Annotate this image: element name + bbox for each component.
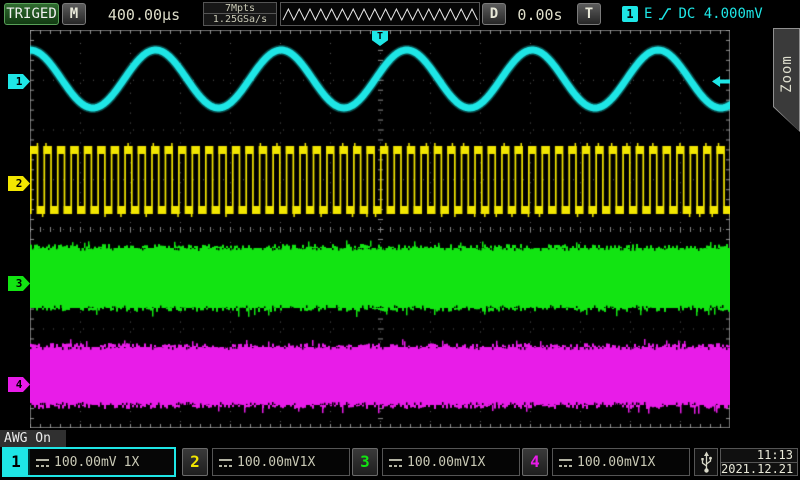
clock-time: 11:13 xyxy=(720,448,798,462)
channel1-probe: 1X xyxy=(124,455,140,470)
zoom-tab-label: Zoom xyxy=(778,24,796,124)
channel2-probe: 1X xyxy=(300,455,316,470)
channel4-position-marker[interactable]: 4 xyxy=(8,377,30,392)
channel3-scale: 100.00mV xyxy=(407,455,470,470)
channel1-position-marker[interactable]: 1 xyxy=(8,74,30,89)
awg-status-tab[interactable]: AWG On xyxy=(0,430,66,447)
oscilloscope-screen: TRIGED M 400.00μs 7Mpts 1.25GSa/s D 0.00… xyxy=(0,0,800,480)
usb-host-icon xyxy=(694,448,718,476)
zoom-tab[interactable]: Zoom xyxy=(773,28,800,132)
channel1-status-box[interactable]: 1 100.00mV 1X xyxy=(2,447,176,477)
channel2-status-box[interactable]: 100.00mV 1X xyxy=(212,448,350,476)
channel3-status-box[interactable]: 100.00mV 1X xyxy=(382,448,520,476)
dc-coupling-icon xyxy=(559,458,572,467)
dc-coupling-icon xyxy=(36,458,49,467)
dc-coupling-icon xyxy=(389,458,402,467)
zoom-tab-body: Zoom xyxy=(774,29,799,131)
preview-zigzag-icon xyxy=(281,3,479,25)
sample-rate: 1.25GSa/s xyxy=(204,14,276,25)
clock: 11:13 2021.12.21 xyxy=(720,448,798,476)
channel3-probe: 1X xyxy=(470,455,486,470)
channel4-scale: 100.00mV xyxy=(577,455,640,470)
channel2-scale: 100.00mV xyxy=(237,455,300,470)
channel3-position-marker[interactable]: 3 xyxy=(8,276,30,291)
waveform-display xyxy=(30,30,730,428)
trigger-source-badge: 1 xyxy=(622,6,638,22)
channel1-badge[interactable]: 1 xyxy=(4,449,30,475)
horizontal-delay-readout: 0.00s xyxy=(506,6,574,24)
acquisition-readout: 7Mpts 1.25GSa/s xyxy=(203,2,277,26)
timebase-readout[interactable]: 400.00μs xyxy=(88,6,200,24)
memory-depth: 7Mpts xyxy=(204,3,276,14)
rising-edge-icon xyxy=(658,6,672,22)
channel3-badge[interactable]: 3 xyxy=(352,448,378,476)
delay-button[interactable]: D xyxy=(482,3,506,25)
channel4-probe: 1X xyxy=(640,455,656,470)
channel2-badge[interactable]: 2 xyxy=(182,448,208,476)
waveform-preview-strip[interactable] xyxy=(280,2,480,26)
trigger-type: E xyxy=(644,6,652,22)
dc-coupling-icon xyxy=(219,458,232,467)
trigger-coupling-level: DC 4.000mV xyxy=(678,6,762,22)
channel1-scale: 100.00mV xyxy=(54,455,117,470)
channel4-status-box[interactable]: 100.00mV 1X xyxy=(552,448,690,476)
trigger-info[interactable]: 1 E DC 4.000mV xyxy=(622,4,763,24)
channel4-badge[interactable]: 4 xyxy=(522,448,548,476)
top-status-bar: TRIGED M 400.00μs 7Mpts 1.25GSa/s D 0.00… xyxy=(0,0,800,28)
trigger-menu-button[interactable]: T xyxy=(577,3,601,25)
horizontal-menu-button[interactable]: M xyxy=(62,3,86,25)
trigger-status-badge: TRIGED xyxy=(4,3,59,25)
clock-date: 2021.12.21 xyxy=(720,462,798,476)
channel2-position-marker[interactable]: 2 xyxy=(8,176,30,191)
